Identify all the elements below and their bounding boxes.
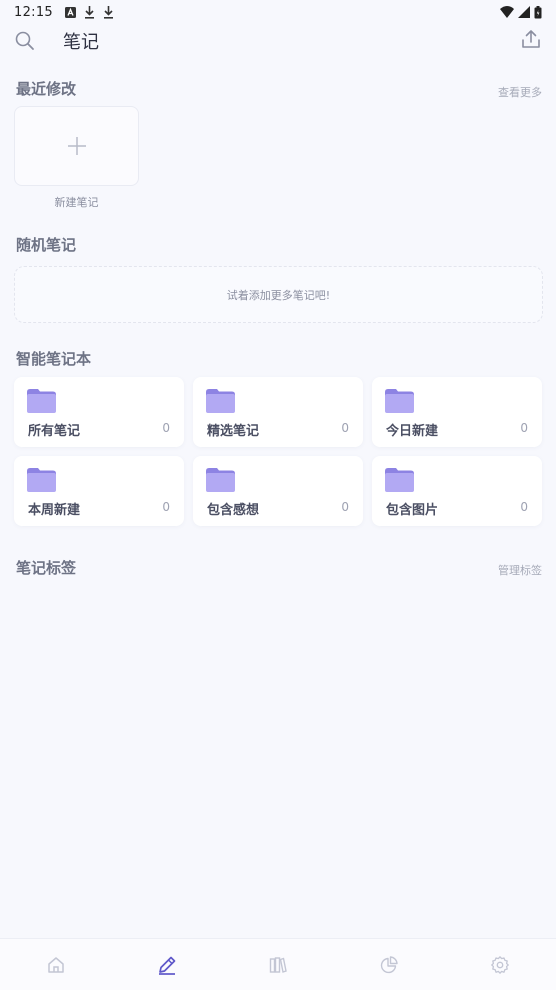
nav-notes[interactable] [155,953,179,977]
app-notification-icon [64,6,76,18]
notebook-card-thoughts[interactable]: 包含感想 0 [193,456,363,526]
new-note-card[interactable] [14,106,139,186]
search-icon[interactable] [14,30,36,52]
bottom-nav [0,938,556,990]
notebook-card-featured[interactable]: 精选笔记 0 [193,377,363,447]
empty-hint: 试着添加更多笔记吧! [226,288,331,302]
app-header: 笔记 [0,26,556,58]
folder-icon [206,468,235,492]
notebook-name: 所有笔记 [28,424,81,439]
home-icon [48,957,64,973]
pie-chart-icon [380,956,398,974]
folder-icon [27,389,56,413]
status-bar: 12:15 [0,0,556,24]
notebook-count: 0 [341,500,349,514]
notebook-count: 0 [520,500,528,514]
nav-settings[interactable] [488,953,512,977]
folder-icon [206,389,235,413]
notebook-count: 0 [162,421,170,435]
notebook-card-images[interactable]: 包含图片 0 [372,456,542,526]
nav-home[interactable] [44,953,68,977]
notebook-card-this-week[interactable]: 本周新建 0 [14,456,184,526]
download-icon [103,5,113,19]
pencil-icon [159,956,176,975]
export-icon[interactable] [520,28,542,50]
notebook-count: 0 [162,500,170,514]
wifi-icon [500,6,514,18]
folder-icon [385,468,414,492]
battery-icon [534,5,542,18]
notebook-name: 本周新建 [28,503,81,518]
view-more-link[interactable]: 查看更多 [498,84,542,100]
signal-icon [518,6,530,18]
nav-library[interactable] [266,953,290,977]
notebook-name: 今日新建 [386,424,439,439]
smart-notebooks-title: 智能笔记本 [16,350,92,368]
plus-icon [67,137,86,155]
notebook-name: 精选笔记 [207,424,260,439]
notebook-card-all[interactable]: 所有笔记 0 [14,377,184,447]
new-note-label: 新建笔记 [54,196,99,209]
nav-stats[interactable] [377,953,401,977]
status-time: 12:15 [14,4,53,20]
notebook-count: 0 [520,421,528,435]
folder-icon [385,389,414,413]
random-section-title: 随机笔记 [16,236,77,254]
notebook-count: 0 [341,421,349,435]
folder-icon [27,468,56,492]
random-notes-box: 试着添加更多笔记吧! [14,266,543,323]
notebook-name: 包含图片 [386,503,439,518]
notification-icons [64,5,114,19]
system-status-icons [500,5,542,19]
notebook-name: 包含感想 [207,503,260,518]
manage-tags-link[interactable]: 管理标签 [498,562,542,578]
books-icon [269,957,287,973]
notebook-card-today[interactable]: 今日新建 0 [372,377,542,447]
page-title: 笔记 [63,32,99,53]
gear-icon [491,956,509,974]
tags-section-title: 笔记标签 [16,559,77,577]
recent-section-title: 最近修改 [16,80,77,98]
download-icon [84,5,94,19]
